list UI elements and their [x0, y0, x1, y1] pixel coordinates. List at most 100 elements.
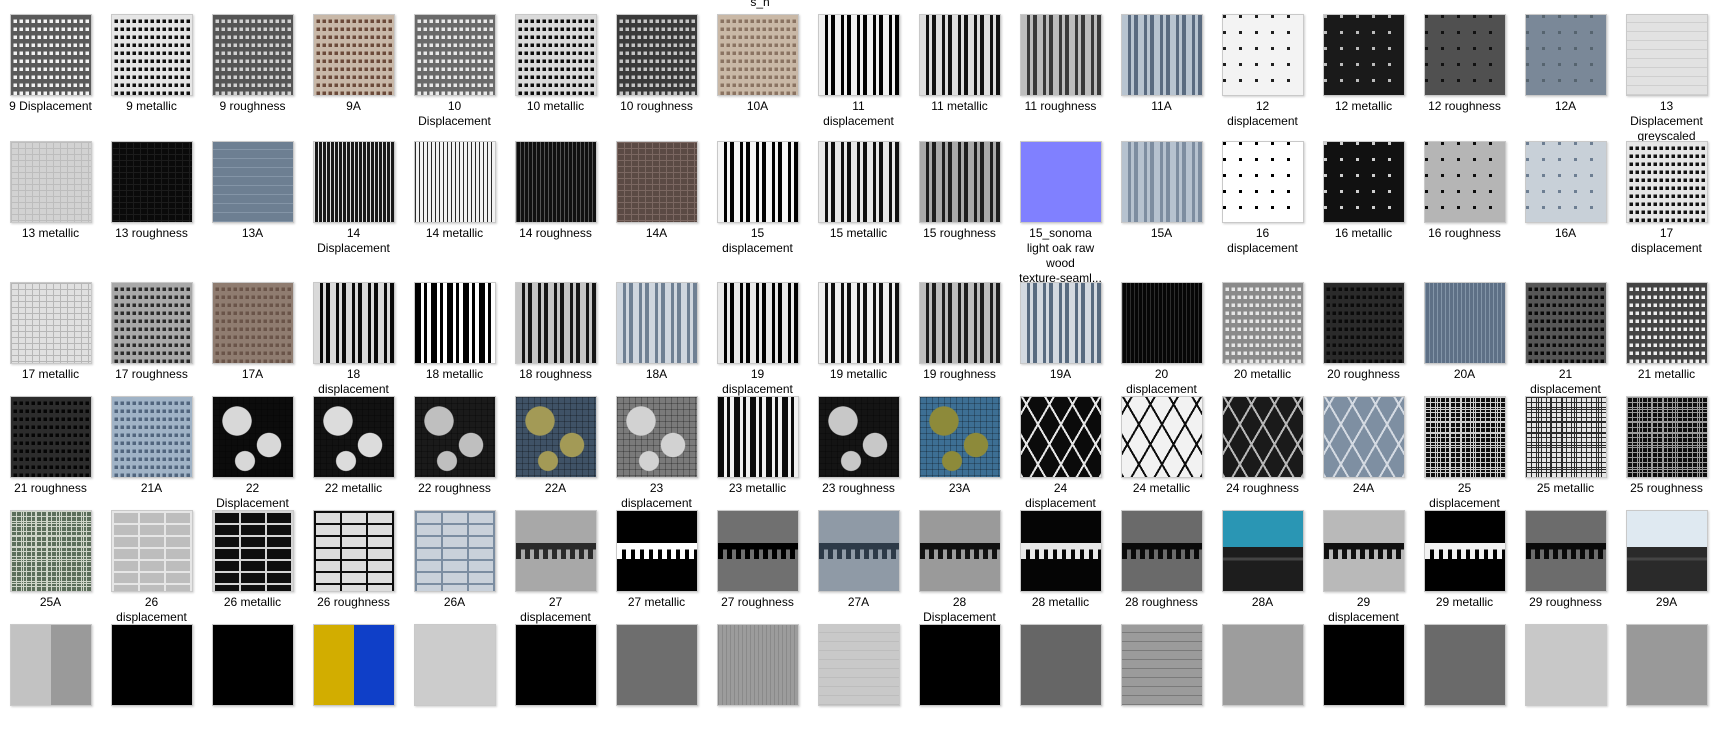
- file-item[interactable]: 21A: [101, 396, 202, 521]
- file-item[interactable]: 18 metallic: [404, 282, 505, 407]
- file-thumbnail[interactable]: [818, 141, 900, 223]
- file-item[interactable]: 27 displacement: [505, 510, 606, 635]
- file-thumbnail[interactable]: [1525, 624, 1607, 706]
- file-item[interactable]: 24 metallic: [1111, 396, 1212, 521]
- file-thumbnail[interactable]: [1222, 396, 1304, 478]
- file-item[interactable]: 27 metallic: [606, 510, 707, 635]
- file-thumbnail[interactable]: [919, 396, 1001, 478]
- file-thumbnail[interactable]: [1626, 510, 1708, 592]
- file-item[interactable]: 20 displacement: [1111, 282, 1212, 407]
- file-thumbnail[interactable]: [212, 14, 294, 96]
- file-thumbnail[interactable]: [1626, 14, 1708, 96]
- file-item[interactable]: 11 metallic: [909, 14, 1010, 139]
- file-thumbnail[interactable]: [1222, 14, 1304, 96]
- file-item[interactable]: 11 displacement: [808, 14, 909, 139]
- file-item[interactable]: [1111, 624, 1212, 730]
- file-thumbnail[interactable]: [717, 141, 799, 223]
- file-thumbnail[interactable]: [1525, 396, 1607, 478]
- file-item[interactable]: 17A: [202, 282, 303, 407]
- file-item[interactable]: [1010, 624, 1111, 730]
- file-item[interactable]: [303, 624, 404, 730]
- file-thumbnail[interactable]: [313, 510, 395, 592]
- file-item[interactable]: 25A: [0, 510, 101, 635]
- file-thumbnail[interactable]: [1323, 282, 1405, 364]
- file-thumbnail[interactable]: [1525, 14, 1607, 96]
- file-thumbnail[interactable]: [1020, 14, 1102, 96]
- file-thumbnail[interactable]: [414, 510, 496, 592]
- file-item[interactable]: 28 metallic: [1010, 510, 1111, 635]
- file-item[interactable]: 13 roughness: [101, 141, 202, 266]
- file-item[interactable]: 14 Displacement: [303, 141, 404, 266]
- file-thumbnail[interactable]: [111, 624, 193, 706]
- file-item[interactable]: 23A: [909, 396, 1010, 521]
- file-thumbnail[interactable]: [1020, 396, 1102, 478]
- file-thumbnail[interactable]: [212, 141, 294, 223]
- file-thumbnail[interactable]: [1121, 510, 1203, 592]
- file-thumbnail[interactable]: [111, 141, 193, 223]
- file-thumbnail[interactable]: [1121, 14, 1203, 96]
- file-thumbnail[interactable]: [10, 510, 92, 592]
- file-thumbnail[interactable]: [818, 396, 900, 478]
- file-item[interactable]: [1515, 624, 1616, 730]
- file-item[interactable]: 20A: [1414, 282, 1515, 407]
- file-thumbnail[interactable]: [1020, 141, 1102, 223]
- file-item[interactable]: 21 metallic: [1616, 282, 1717, 407]
- file-item[interactable]: 24 roughness: [1212, 396, 1313, 521]
- file-item[interactable]: [0, 624, 101, 730]
- file-thumbnail[interactable]: [1020, 624, 1102, 706]
- file-item[interactable]: 28A: [1212, 510, 1313, 635]
- file-thumbnail[interactable]: [111, 14, 193, 96]
- file-thumbnail[interactable]: [1626, 624, 1708, 706]
- file-item[interactable]: 18A: [606, 282, 707, 407]
- file-thumbnail[interactable]: [1424, 14, 1506, 96]
- file-thumbnail[interactable]: [111, 510, 193, 592]
- file-item[interactable]: 18 roughness: [505, 282, 606, 407]
- file-item[interactable]: 29A: [1616, 510, 1717, 635]
- file-item[interactable]: [505, 624, 606, 730]
- file-item[interactable]: 12 metallic: [1313, 14, 1414, 139]
- file-thumbnail[interactable]: [414, 141, 496, 223]
- file-thumbnail[interactable]: [919, 141, 1001, 223]
- file-thumbnail[interactable]: [1525, 141, 1607, 223]
- file-item[interactable]: 11 roughness: [1010, 14, 1111, 139]
- file-item[interactable]: 14A: [606, 141, 707, 266]
- file-thumbnail[interactable]: [919, 624, 1001, 706]
- file-thumbnail[interactable]: [414, 624, 496, 706]
- file-thumbnail[interactable]: [818, 14, 900, 96]
- file-thumbnail[interactable]: [1323, 14, 1405, 96]
- file-item[interactable]: 28 Displacement: [909, 510, 1010, 635]
- file-item[interactable]: 9 Displacement: [0, 14, 101, 139]
- file-thumbnail[interactable]: [313, 14, 395, 96]
- file-item[interactable]: 19 metallic: [808, 282, 909, 407]
- file-item[interactable]: 10 roughness: [606, 14, 707, 139]
- file-thumbnail[interactable]: [313, 141, 395, 223]
- file-item[interactable]: 12A: [1515, 14, 1616, 139]
- file-item[interactable]: 20 metallic: [1212, 282, 1313, 407]
- file-item[interactable]: [1212, 624, 1313, 730]
- file-thumbnail[interactable]: [515, 510, 597, 592]
- file-item[interactable]: 24 displacement: [1010, 396, 1111, 521]
- file-thumbnail[interactable]: [10, 141, 92, 223]
- file-thumbnail[interactable]: [616, 282, 698, 364]
- file-item[interactable]: 22 roughness: [404, 396, 505, 521]
- file-thumbnail[interactable]: [818, 624, 900, 706]
- file-item[interactable]: 16 roughness: [1414, 141, 1515, 266]
- file-item[interactable]: [101, 624, 202, 730]
- file-thumbnail[interactable]: [414, 396, 496, 478]
- file-thumbnail[interactable]: [212, 510, 294, 592]
- file-item[interactable]: 15 displacement: [707, 141, 808, 266]
- file-thumbnail[interactable]: [515, 14, 597, 96]
- file-thumbnail[interactable]: [919, 282, 1001, 364]
- file-item[interactable]: 15_sonoma light oak raw wood texture-sea…: [1010, 141, 1111, 285]
- file-thumbnail[interactable]: [414, 282, 496, 364]
- file-item[interactable]: 29 displacement: [1313, 510, 1414, 635]
- file-thumbnail[interactable]: [515, 141, 597, 223]
- file-item[interactable]: 26A: [404, 510, 505, 635]
- file-thumbnail[interactable]: [1424, 624, 1506, 706]
- file-item[interactable]: [1616, 624, 1717, 730]
- file-item[interactable]: 19 displacement: [707, 282, 808, 407]
- file-item[interactable]: 29 metallic: [1414, 510, 1515, 635]
- file-item[interactable]: 13 metallic: [0, 141, 101, 266]
- file-thumbnail[interactable]: [414, 14, 496, 96]
- file-item[interactable]: 15A: [1111, 141, 1212, 266]
